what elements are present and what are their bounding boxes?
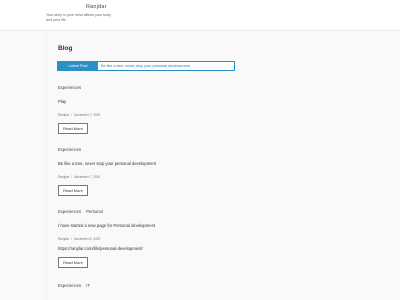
meta-separator: / xyxy=(71,237,73,241)
read-more-button[interactable]: Read More xyxy=(58,185,88,196)
post-categories: Experiences xyxy=(58,147,258,152)
post-author[interactable]: Ranjdar xyxy=(58,237,69,241)
post-item: Experiences IT xyxy=(58,283,258,288)
post-author[interactable]: Ranjdar xyxy=(58,175,69,179)
post-date[interactable]: November 7, 2020 xyxy=(74,175,100,179)
ticker-post-link[interactable]: Be like a tree, never stop your personal… xyxy=(101,62,190,70)
post-meta: Ranjdar / November 6, 2020 xyxy=(58,237,258,241)
post-excerpt-link[interactable]: https://ranjdar.com/life/personal-develo… xyxy=(58,246,258,251)
post-item: Experiences Be like a tree, never stop y… xyxy=(58,147,258,197)
category-link[interactable]: Experiences xyxy=(58,147,81,152)
post-title[interactable]: Be like a tree, never stop your personal… xyxy=(58,161,258,166)
category-link[interactable]: IT xyxy=(86,283,90,288)
ticker-label: Latest Post xyxy=(58,62,98,70)
post-date[interactable]: November 6, 2020 xyxy=(74,237,100,241)
post-title[interactable]: Play xyxy=(58,99,258,104)
page-title: Blog xyxy=(58,45,73,52)
meta-separator: / xyxy=(71,113,73,117)
post-meta: Ranjdar / November 7, 2020 xyxy=(58,175,258,179)
category-link[interactable]: Personal xyxy=(86,209,103,214)
site-title[interactable]: Ranjdar xyxy=(86,4,107,10)
post-meta: Ranjdar / November 7, 2020 xyxy=(58,113,258,117)
category-link[interactable]: Experiences xyxy=(58,209,81,214)
site-header: Ranjdar Your story in your mind affects … xyxy=(0,0,400,31)
post-date[interactable]: November 7, 2020 xyxy=(74,113,100,117)
category-link[interactable]: Experiences xyxy=(58,85,81,90)
post-item: Experiences Personal I have started a ne… xyxy=(58,209,258,269)
category-link[interactable]: Experiences xyxy=(58,283,81,288)
site-tagline: Your story in your mind affects your bod… xyxy=(46,13,111,22)
post-item: Experiences Play Ranjdar / November 7, 202… xyxy=(58,85,258,135)
read-more-button[interactable]: Read More xyxy=(58,123,88,134)
post-categories: Experiences IT xyxy=(58,283,258,288)
post-categories: Experiences xyxy=(58,85,258,90)
meta-separator: / xyxy=(71,175,73,179)
post-categories: Experiences Personal xyxy=(58,209,258,214)
read-more-button[interactable]: Read More xyxy=(58,257,88,268)
content-divider xyxy=(46,31,47,300)
latest-post-ticker: Latest Post Be like a tree, never stop y… xyxy=(57,61,235,71)
post-author[interactable]: Ranjdar xyxy=(58,113,69,117)
post-title[interactable]: I have started a new page for Personal d… xyxy=(58,223,258,228)
